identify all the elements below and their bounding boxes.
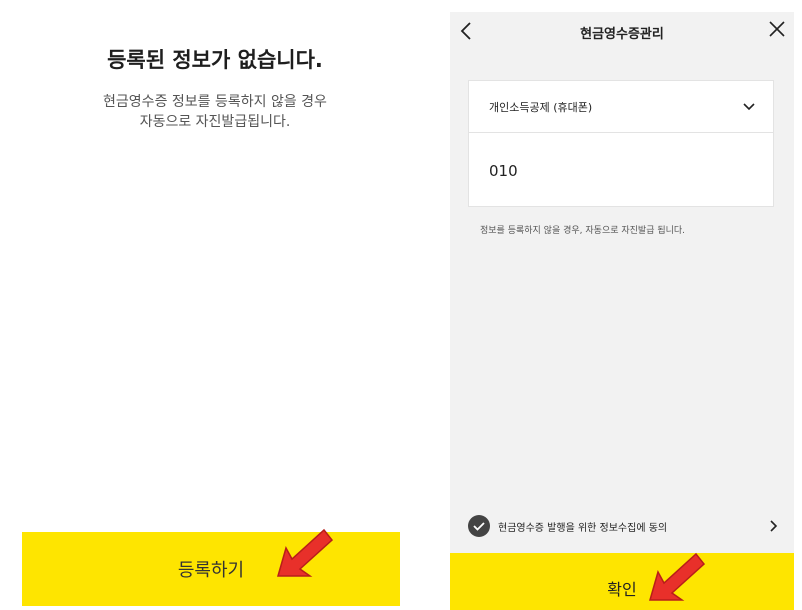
phone-number-value: 010 [489, 161, 518, 180]
receipt-type-value: 개인소득공제 (휴대폰) [489, 100, 593, 114]
check-icon [473, 521, 485, 531]
empty-state-description: 현금영수증 정보를 등록하지 않을 경우 자동으로 자진발급됩니다. [0, 92, 430, 132]
receipt-type-select[interactable]: 개인소득공제 (휴대폰) [469, 81, 773, 133]
consent-row[interactable]: 현금영수증 발행을 위한 정보수집에 동의 [468, 514, 778, 538]
close-icon [769, 21, 785, 37]
register-button-label: 등록하기 [177, 560, 245, 581]
consent-label: 현금영수증 발행을 위한 정보수집에 동의 [498, 522, 668, 534]
phone-number-input[interactable]: 010 [469, 133, 773, 208]
red-arrow-pointer-icon [277, 528, 334, 577]
close-button[interactable] [766, 18, 788, 40]
empty-desc-line-2: 자동으로 자진발급됩니다. [139, 114, 291, 130]
page-title: 현금영수증관리 [580, 26, 664, 42]
chevron-right-icon[interactable] [770, 520, 778, 532]
chevron-left-icon [460, 22, 471, 40]
empty-state-title: 등록된 정보가 없습니다. [107, 48, 323, 72]
back-button[interactable] [456, 20, 476, 42]
confirm-button-label: 확인 [607, 579, 637, 599]
chevron-down-icon [743, 102, 755, 110]
confirm-button[interactable]: 확인 [450, 553, 794, 610]
empty-state-screen: 등록된 정보가 없습니다. 현금영수증 정보를 등록하지 않을 경우 자동으로 … [0, 0, 430, 610]
register-button[interactable]: 등록하기 [22, 532, 400, 606]
auto-issue-notice: 정보를 등록하지 않을 경우, 자동으로 자진발급 됩니다. [480, 226, 686, 236]
header: 현금영수증관리 [450, 12, 794, 52]
receipt-info-card: 개인소득공제 (휴대폰) 010 [468, 80, 774, 207]
cash-receipt-management-screen: 현금영수증관리 개인소득공제 (휴대폰) 010 정보를 등록하지 않을 경우,… [450, 12, 794, 610]
empty-desc-line-1: 현금영수증 정보를 등록하지 않을 경우 [103, 94, 327, 110]
consent-checkbox[interactable] [468, 515, 490, 537]
red-arrow-pointer-icon [649, 552, 706, 601]
